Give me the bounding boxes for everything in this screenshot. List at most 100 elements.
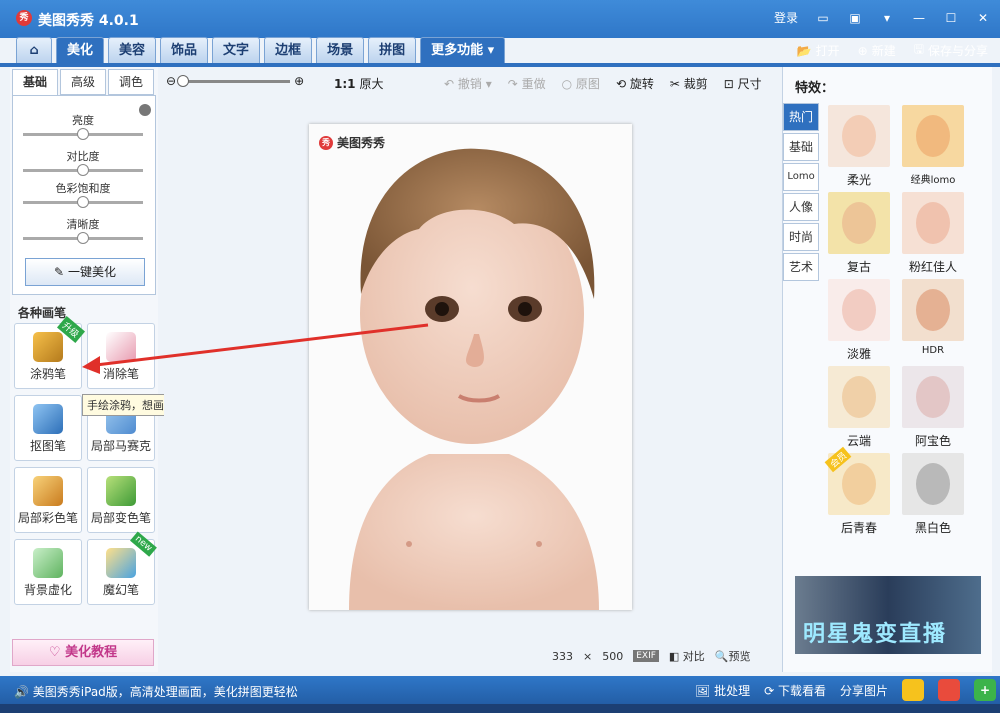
add-icon[interactable]: + bbox=[974, 679, 996, 701]
brush-label: 魔幻笔 bbox=[102, 583, 139, 597]
status-message[interactable]: 🔊 美图秀秀iPad版，高清处理画面，美化拼图更轻松 bbox=[14, 683, 298, 700]
skin-icon[interactable]: ▣ bbox=[848, 11, 862, 25]
subtab-basic[interactable]: 基础 bbox=[12, 69, 58, 95]
effect-elegant[interactable]: 淡雅 bbox=[827, 279, 891, 362]
tab-more[interactable]: 更多功能 ▾ bbox=[420, 37, 506, 63]
preview-button[interactable]: 🔍预览 bbox=[715, 648, 751, 664]
original-button[interactable]: ○ 原图 bbox=[562, 75, 600, 92]
slider-contrast[interactable]: 对比度 bbox=[23, 148, 143, 176]
slider-knob[interactable] bbox=[77, 164, 89, 176]
cat-art[interactable]: 艺术 bbox=[783, 253, 819, 281]
maximize-icon[interactable]: ☐ bbox=[944, 11, 958, 25]
image-width: 333 bbox=[552, 649, 573, 663]
tutorial-button[interactable]: ♡ 美化教程 bbox=[12, 639, 154, 666]
slider-sharpness[interactable]: 清晰度 bbox=[23, 216, 143, 244]
effect-black-white[interactable]: 黑白色 bbox=[901, 453, 965, 536]
zoom-knob[interactable] bbox=[177, 74, 190, 87]
tab-text[interactable]: 文字 bbox=[212, 37, 261, 63]
save-share-button[interactable]: 🖫 保存与分享 bbox=[914, 40, 988, 61]
times-sign: × bbox=[583, 649, 593, 663]
tab-beauty[interactable]: 美容 bbox=[108, 37, 157, 63]
new-button[interactable]: ⊕ 新建 bbox=[858, 40, 896, 61]
slider-knob[interactable] bbox=[77, 232, 89, 244]
zoom-in-icon[interactable]: ⊕ bbox=[294, 74, 304, 88]
slider-knob[interactable] bbox=[77, 196, 89, 208]
crop-button[interactable]: ✂ 裁剪 bbox=[670, 75, 708, 92]
effect-pink-lady[interactable]: 粉红佳人 bbox=[901, 192, 965, 275]
tab-scene[interactable]: 场景 bbox=[316, 37, 365, 63]
open-button[interactable]: 📂 打开 bbox=[797, 40, 840, 61]
slider-track[interactable] bbox=[23, 128, 143, 140]
minimize-icon[interactable]: — bbox=[912, 11, 926, 25]
effect-classic-lomo[interactable]: 经典lomo bbox=[901, 105, 965, 186]
effect-hdr[interactable]: HDR bbox=[901, 279, 965, 356]
tab-collage[interactable]: 拼图 bbox=[368, 37, 417, 63]
brush-label: 局部马赛克 bbox=[90, 439, 151, 453]
brush-background-blur[interactable]: 背景虚化 bbox=[14, 539, 82, 605]
undo-label: 撤销 bbox=[457, 77, 482, 91]
effect-abao[interactable]: 阿宝色 bbox=[901, 366, 965, 449]
tab-beautify[interactable]: 美化 bbox=[56, 37, 105, 63]
exif-button[interactable]: EXIF bbox=[633, 650, 659, 662]
subtab-color[interactable]: 调色 bbox=[108, 69, 154, 95]
cat-lomo[interactable]: Lomo bbox=[783, 163, 819, 191]
resize-icon: ⊡ bbox=[723, 77, 734, 91]
paint-bucket-icon bbox=[106, 476, 136, 506]
slider-label: 清晰度 bbox=[66, 218, 100, 231]
photo-canvas[interactable]: 秀美图秀秀 bbox=[309, 124, 632, 610]
slider-brightness[interactable]: 亮度 bbox=[23, 112, 143, 140]
brush-eraser[interactable]: 消除笔 bbox=[87, 323, 155, 389]
slider-knob[interactable] bbox=[77, 128, 89, 140]
home-tab[interactable]: ⌂ bbox=[16, 37, 52, 63]
close-icon[interactable]: ✕ bbox=[976, 11, 990, 25]
effect-thumb bbox=[828, 192, 890, 254]
undo-button[interactable]: ↶ 撤销 ▾ bbox=[444, 75, 492, 92]
cat-basic[interactable]: 基础 bbox=[783, 133, 819, 161]
size-button[interactable]: ⊡ 尺寸 bbox=[724, 75, 762, 92]
tab-accessories[interactable]: 饰品 bbox=[160, 37, 209, 63]
brush-label: 涂鸦笔 bbox=[29, 367, 66, 381]
baby-photo bbox=[309, 124, 632, 610]
redo-button[interactable]: ↷ 重做 bbox=[508, 75, 546, 92]
slider-track[interactable] bbox=[23, 164, 143, 176]
status-bar: 🔊 美图秀秀iPad版，高清处理画面，美化拼图更轻松 🖼 批处理 ⟳ 下载看看 … bbox=[0, 676, 1000, 704]
message-icon[interactable]: ▭ bbox=[816, 11, 830, 25]
effect-thumb bbox=[828, 105, 890, 167]
batch-button[interactable]: 🖼 批处理 bbox=[695, 682, 750, 699]
effect-label: 阿宝色 bbox=[914, 434, 951, 448]
zoom-slider[interactable] bbox=[177, 74, 291, 87]
login-link[interactable]: 登录 bbox=[774, 9, 798, 26]
effect-retro[interactable]: 复古 bbox=[827, 192, 891, 275]
effect-youth[interactable]: 会员 后青春 bbox=[824, 446, 891, 536]
plus-icon: ⊕ bbox=[857, 43, 868, 58]
brush-cutout[interactable]: 抠图笔 bbox=[14, 395, 82, 461]
slider-track[interactable] bbox=[23, 196, 143, 208]
brush-local-recolor[interactable]: 局部变色笔 bbox=[87, 467, 155, 533]
subtab-advanced[interactable]: 高级 bbox=[60, 69, 106, 95]
compare-button[interactable]: ◧ 对比 bbox=[669, 648, 705, 664]
brush-doodle[interactable]: 升级 涂鸦笔 bbox=[14, 316, 86, 389]
cat-portrait[interactable]: 人像 bbox=[783, 193, 819, 221]
menu-icon[interactable]: ▾ bbox=[880, 11, 894, 25]
zoom-control: ⊖ ⊕ bbox=[166, 74, 304, 88]
ad-banner[interactable]: 明星鬼变直播 bbox=[795, 576, 981, 654]
cat-hot[interactable]: 热门 bbox=[783, 103, 819, 131]
brush-magic[interactable]: new 魔幻笔 bbox=[87, 531, 157, 605]
rotate-button[interactable]: ⟲ 旋转 bbox=[616, 75, 654, 92]
zoom-out-icon[interactable]: ⊖ bbox=[166, 74, 176, 88]
tab-more-label: 更多功能 bbox=[431, 43, 484, 58]
effect-cloud[interactable]: 云端 bbox=[827, 366, 891, 449]
scissors-icon: ✂ bbox=[669, 77, 680, 91]
brush-local-color[interactable]: 局部彩色笔 bbox=[14, 467, 82, 533]
cat-fashion[interactable]: 时尚 bbox=[783, 223, 819, 251]
one-key-beautify-button[interactable]: ✎ 一键美化 bbox=[25, 258, 145, 286]
original-size-button[interactable]: 1:1 原大 bbox=[334, 75, 384, 92]
slider-saturation[interactable]: 色彩饱和度 bbox=[23, 180, 143, 208]
slider-track[interactable] bbox=[23, 232, 143, 244]
star-icon[interactable] bbox=[902, 679, 924, 701]
weibo-icon[interactable] bbox=[938, 679, 960, 701]
tab-frame[interactable]: 边框 bbox=[264, 37, 313, 63]
share-button[interactable]: 分享图片 bbox=[840, 682, 888, 699]
download-button[interactable]: ⟳ 下载看看 bbox=[764, 682, 826, 699]
effect-soft-light[interactable]: 柔光 bbox=[827, 105, 891, 188]
